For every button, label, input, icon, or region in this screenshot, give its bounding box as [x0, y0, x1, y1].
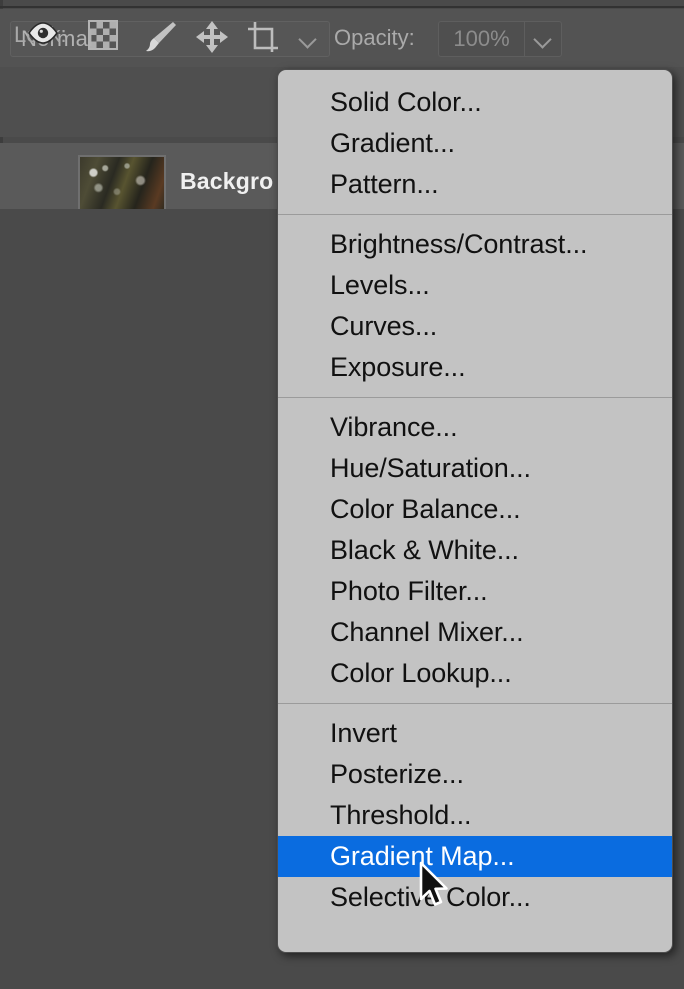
menu-item[interactable]: Brightness/Contrast... — [278, 224, 672, 265]
eye-icon[interactable] — [28, 18, 58, 48]
menu-item[interactable]: Photo Filter... — [278, 571, 672, 612]
opacity-dropdown-button[interactable] — [524, 21, 562, 57]
menu-item[interactable]: Solid Color... — [278, 82, 672, 123]
menu-item[interactable]: Channel Mixer... — [278, 612, 672, 653]
layer-thumbnail[interactable] — [78, 155, 166, 215]
menu-item[interactable]: Curves... — [278, 306, 672, 347]
menu-group: Solid Color...Gradient...Pattern... — [278, 70, 672, 205]
menu-item[interactable]: Pattern... — [278, 164, 672, 205]
menu-item[interactable]: Color Balance... — [278, 489, 672, 530]
lock-transparent-pixels-icon[interactable] — [88, 20, 118, 50]
menu-group: Brightness/Contrast...Levels...Curves...… — [278, 224, 672, 388]
menu-item[interactable]: Gradient... — [278, 123, 672, 164]
menu-item[interactable]: Black & White... — [278, 530, 672, 571]
menu-group: Vibrance...Hue/Saturation...Color Balanc… — [278, 407, 672, 694]
menu-item[interactable]: Levels... — [278, 265, 672, 306]
lock-artboard-nesting-icon[interactable] — [246, 20, 280, 54]
layer-name: Backgro — [180, 168, 273, 195]
opacity-input[interactable]: 100% — [438, 21, 524, 57]
menu-item[interactable]: Gradient Map... — [278, 836, 672, 877]
lock-image-pixels-icon[interactable] — [142, 20, 178, 54]
menu-group: InvertPosterize...Threshold...Gradient M… — [278, 713, 672, 928]
photoshop-layers-panel-screen: Normal Opacity: 100% Lock: — [0, 0, 684, 989]
opacity-value: 100% — [453, 26, 509, 52]
menu-item[interactable]: Vibrance... — [278, 407, 672, 448]
menu-item[interactable]: Hue/Saturation... — [278, 448, 672, 489]
menu-separator — [278, 397, 672, 398]
menu-item[interactable]: Threshold... — [278, 795, 672, 836]
menu-item[interactable]: Color Lookup... — [278, 653, 672, 694]
opacity-label: Opacity: — [334, 25, 415, 51]
menu-separator — [278, 214, 672, 215]
lock-position-icon[interactable] — [195, 20, 229, 54]
menu-item[interactable]: Exposure... — [278, 347, 672, 388]
chevron-down-icon — [297, 28, 319, 50]
menu-item[interactable]: Invert — [278, 713, 672, 754]
menu-separator — [278, 703, 672, 704]
menu-item[interactable]: Posterize... — [278, 754, 672, 795]
menu-item[interactable]: Selective Color... — [278, 877, 672, 918]
panel-top-divider — [0, 6, 684, 8]
chevron-down-icon — [532, 28, 554, 50]
new-adjustment-layer-menu[interactable]: Solid Color...Gradient...Pattern... Brigh… — [277, 69, 673, 953]
